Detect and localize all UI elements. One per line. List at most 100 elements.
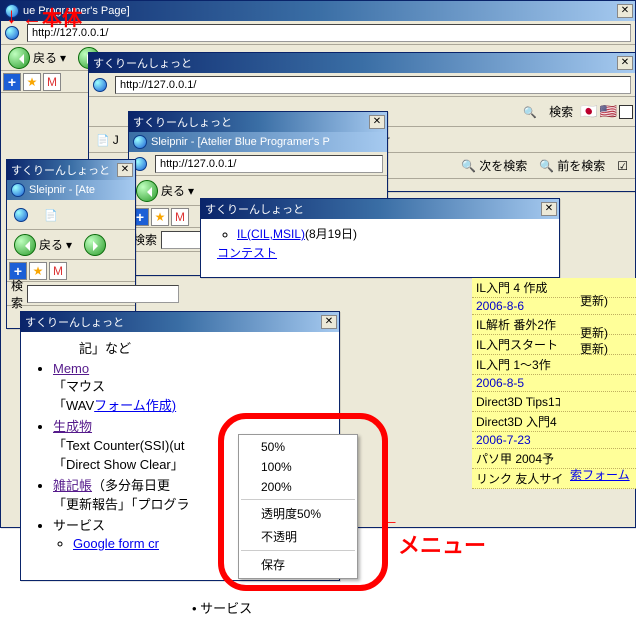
menu-item-opaque[interactable]: 不透明 — [239, 525, 357, 548]
side-row[interactable]: IL入門 4 作成 — [472, 278, 636, 298]
menu-item-opacity50[interactable]: 透明度50% — [239, 502, 357, 525]
flag-us[interactable]: 🇺🇸 — [600, 103, 617, 120]
text: サービス — [53, 518, 105, 533]
date-text: (8月19日) — [305, 227, 357, 241]
addressbar-3: http://127.0.0.1/ — [129, 152, 387, 176]
search-label: 検索 — [11, 277, 23, 311]
url-field-3[interactable]: http://127.0.0.1/ — [155, 155, 383, 173]
back-button[interactable]: 戻る ▾ — [131, 181, 199, 201]
content-6: IL(CIL,MSIL)(8月19日) コンテスト — [201, 219, 559, 277]
m-tab[interactable]: M — [43, 73, 61, 91]
tail-text: 更新) — [580, 324, 608, 341]
tail-text: 記」など — [23, 338, 337, 357]
titlebar-4[interactable]: すくりーんしょっと ✕ — [7, 160, 135, 180]
side-list: IL入門 4 作成 2006-8-6 IL解析 番外2作 IL入門スタート IL… — [472, 278, 636, 489]
sub-title-3: Sleipnir - [Atelier Blue Programer's P — [151, 136, 385, 148]
window-title-4: すくりーんしょっと — [11, 162, 117, 178]
annotation-body: ←本体 — [22, 2, 82, 31]
list-item: IL(CIL,MSIL)(8月19日) — [237, 225, 553, 242]
close-icon[interactable]: ✕ — [321, 315, 337, 329]
side-row[interactable]: Direct3D 入門4 — [472, 412, 636, 432]
titlebar-5[interactable]: すくりーんしょっと ✕ — [21, 312, 339, 332]
link-seisei[interactable]: 生成物 — [53, 419, 92, 434]
tail-text: 索フォーム — [570, 466, 630, 483]
searchbar-4: 検索 — [7, 282, 135, 306]
link-form[interactable]: フォーム作成) — [94, 398, 176, 413]
m-tab[interactable]: M — [171, 208, 189, 226]
link-google[interactable]: Google form cr — [73, 536, 159, 551]
window-title-3: すくりーんしょっと — [133, 114, 369, 130]
side-row[interactable]: Direct3D Tips1ｺ — [472, 392, 636, 412]
icon-btn[interactable] — [9, 205, 37, 225]
titlebar-6[interactable]: すくりーんしょっと ✕ — [201, 199, 559, 219]
back-button[interactable]: 戻る ▾ — [3, 48, 71, 68]
toolbar-4b: 戻る ▾ — [7, 230, 135, 260]
sub-title-4: Sleipnir - [Ate — [29, 184, 133, 196]
close-icon[interactable]: ✕ — [117, 163, 133, 177]
link-contest[interactable]: コンテスト — [217, 246, 277, 260]
flag-other[interactable] — [619, 105, 633, 119]
find-prev[interactable]: 🔍 前を検索 — [534, 156, 610, 176]
text: 「更新報告」「プログラ — [53, 497, 190, 512]
annotation-menu: メニュー — [398, 528, 486, 560]
search-input-4[interactable] — [27, 285, 179, 303]
menu-item-200[interactable]: 200% — [239, 477, 357, 497]
addressbar-2: http://127.0.0.1/ — [89, 73, 635, 97]
text: （多分毎日更 — [92, 478, 170, 493]
side-date: 2006-7-23 — [472, 432, 636, 449]
flag-jp[interactable]: 🇯🇵 — [580, 103, 597, 120]
titlebar-main[interactable]: ue Programer's Page] ✕ — [1, 1, 635, 21]
window-6: すくりーんしょっと ✕ IL(CIL,MSIL)(8月19日) コンテスト — [200, 198, 560, 278]
side-date: 2006-8-6 — [472, 298, 636, 315]
star-tab[interactable]: ★ — [151, 208, 169, 226]
link-il[interactable]: IL(CIL,MSIL) — [237, 227, 305, 241]
star-tab[interactable]: ★ — [23, 73, 41, 91]
menu-item-100[interactable]: 100% — [239, 457, 357, 477]
find-opt[interactable]: ☑ — [612, 156, 633, 176]
forward-button[interactable] — [79, 235, 111, 255]
url-field-main[interactable]: http://127.0.0.1/ — [27, 24, 631, 42]
window-title-5: すくりーんしょっと — [25, 314, 321, 330]
side-row[interactable]: IL解析 番外2作 — [472, 315, 636, 335]
icon-btn[interactable] — [39, 205, 63, 225]
side-row[interactable]: IL入門 1～3作 — [472, 355, 636, 375]
window-title-2: すくりーんしょっと — [93, 55, 617, 71]
star-tab[interactable]: ★ — [29, 262, 47, 280]
close-icon[interactable]: ✕ — [617, 4, 633, 18]
close-icon[interactable]: ✕ — [617, 56, 633, 70]
link-zakki[interactable]: 雑記帳 — [53, 478, 92, 493]
find-next[interactable]: 🔍 次を検索 — [456, 156, 532, 176]
search-icon[interactable] — [518, 102, 542, 122]
menu-item-save[interactable]: 保存 — [239, 553, 357, 576]
addressbar-main: http://127.0.0.1/ — [1, 21, 635, 45]
bookmark-link[interactable]: J — [91, 130, 124, 150]
link-memo[interactable]: Memo — [53, 361, 89, 376]
close-icon[interactable]: ✕ — [541, 202, 557, 216]
tail-text: 更新) — [580, 340, 608, 357]
subtitlebar-3: Sleipnir - [Atelier Blue Programer's P — [129, 132, 387, 152]
new-tab-button[interactable]: + — [3, 73, 21, 91]
m-tab[interactable]: M — [49, 262, 67, 280]
stray-text: • サービス — [192, 598, 252, 617]
titlebar-2[interactable]: すくりーんしょっと ✕ — [89, 53, 635, 73]
text: 「Text Counter(SSI)(ut — [53, 438, 185, 453]
window-title-main: ue Programer's Page] — [23, 5, 617, 17]
context-menu: 50% 100% 200% 透明度50% 不透明 保存 — [238, 434, 358, 579]
back-button[interactable]: 戻る ▾ — [9, 235, 77, 255]
subtitlebar-4: Sleipnir - [Ate — [7, 180, 135, 200]
list-item: Memo 「マウス 「WAVフォーム作成) — [53, 361, 337, 414]
close-icon[interactable]: ✕ — [369, 115, 385, 129]
side-row[interactable]: IL入門スタート — [472, 335, 636, 355]
text: 「WAV — [53, 398, 94, 413]
search-label: 検索 — [133, 231, 157, 248]
link-tail[interactable]: 索フォーム — [570, 468, 630, 482]
menu-item-50[interactable]: 50% — [239, 437, 357, 457]
search-button[interactable]: 検索 — [544, 102, 578, 122]
left-arrow-icon: ← — [378, 506, 400, 532]
ie-icon — [133, 135, 147, 149]
titlebar-3[interactable]: すくりーんしょっと ✕ — [129, 112, 387, 132]
tabbar-4: + ★ M — [7, 260, 135, 282]
ie-icon — [93, 78, 107, 92]
window-title-6: すくりーんしょっと — [205, 201, 541, 217]
url-field-2[interactable]: http://127.0.0.1/ — [115, 76, 631, 94]
